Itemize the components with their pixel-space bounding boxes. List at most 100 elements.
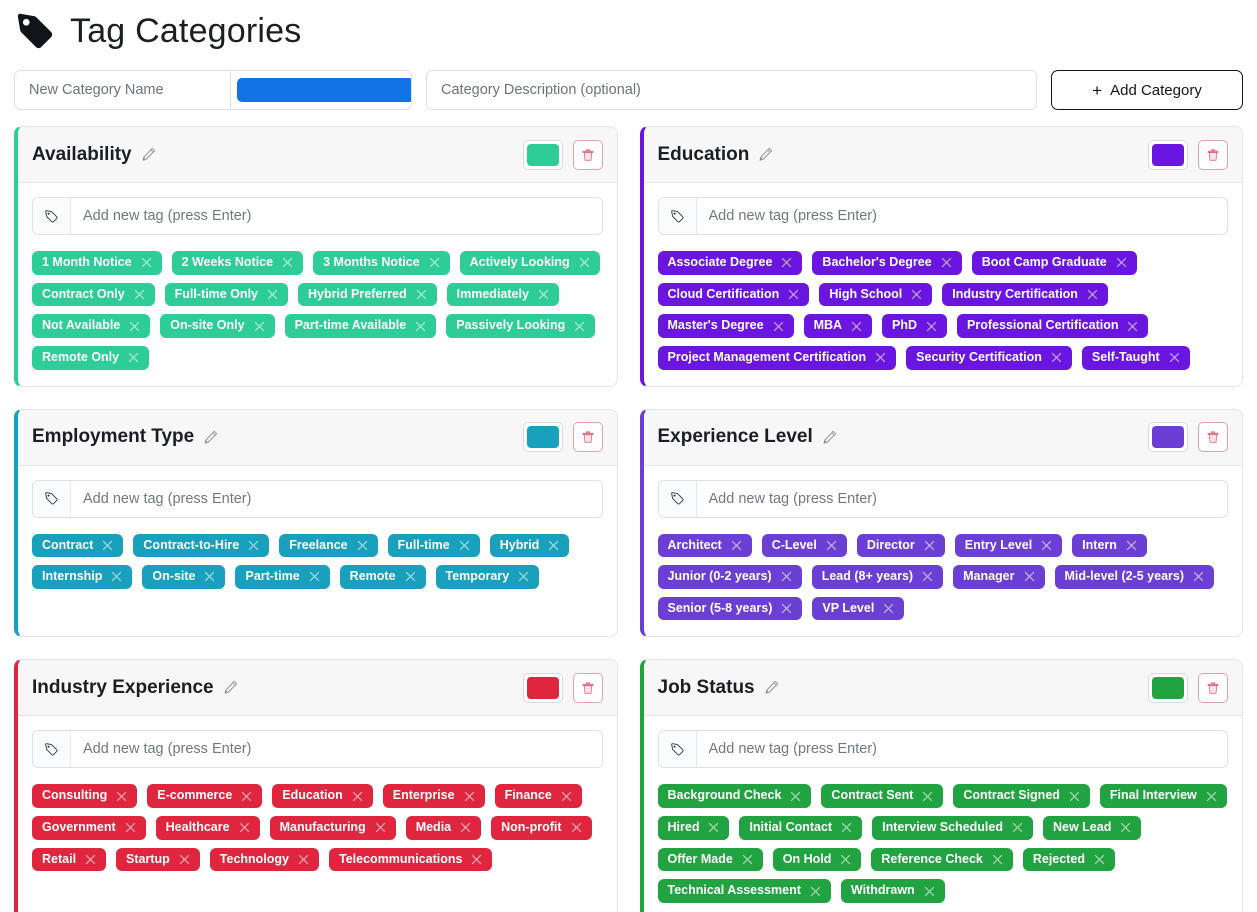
tag-chip[interactable]: Initial Contact (739, 816, 863, 840)
tag-chip[interactable]: Passively Looking (446, 314, 596, 338)
tag-chip[interactable]: Rejected (1022, 847, 1115, 872)
remove-tag-icon[interactable] (247, 539, 260, 552)
remove-tag-icon[interactable] (882, 602, 895, 615)
remove-tag-icon[interactable] (910, 288, 923, 301)
remove-tag-icon[interactable] (517, 570, 530, 583)
remove-tag-icon[interactable] (459, 821, 472, 834)
delete-category-button[interactable] (1198, 672, 1228, 703)
remove-tag-icon[interactable] (1119, 821, 1132, 834)
tag-chip[interactable]: Government (32, 816, 146, 840)
remove-tag-icon[interactable] (178, 853, 191, 866)
tag-chip[interactable]: Contract Sent (821, 784, 944, 808)
tag-chip[interactable]: Actively Looking (459, 251, 600, 275)
tag-chip[interactable]: Architect (657, 533, 752, 558)
remove-tag-icon[interactable] (578, 256, 591, 269)
add-tag-input[interactable] (71, 480, 602, 517)
remove-tag-icon[interactable] (84, 853, 97, 866)
add-category-button[interactable]: + Add Category (1051, 70, 1243, 110)
remove-tag-icon[interactable] (1050, 351, 1063, 364)
add-tag-input[interactable] (696, 731, 1227, 768)
tag-chip[interactable]: Industry Certification (942, 282, 1108, 307)
category-color-input[interactable] (522, 422, 563, 452)
category-color-input[interactable] (1148, 672, 1188, 703)
tag-chip[interactable]: Contract (32, 533, 124, 558)
tag-chip[interactable]: Part-time Available (284, 314, 437, 338)
edit-pencil-icon[interactable] (140, 146, 157, 163)
tag-chip[interactable]: Internship (32, 565, 133, 589)
tag-chip[interactable]: Part-time (235, 565, 330, 589)
tag-chip[interactable]: 3 Months Notice (313, 251, 450, 275)
tag-chip[interactable]: 1 Month Notice (32, 251, 162, 275)
remove-tag-icon[interactable] (780, 602, 793, 615)
remove-tag-icon[interactable] (101, 539, 114, 552)
remove-tag-icon[interactable] (789, 790, 802, 803)
tag-chip[interactable]: On Hold (772, 847, 862, 872)
edit-pencil-icon[interactable] (202, 429, 219, 446)
delete-category-button[interactable] (572, 139, 603, 170)
tag-chip[interactable]: Media (405, 816, 482, 840)
tag-chip[interactable]: Remote (339, 565, 426, 589)
tag-chip[interactable]: Manager (953, 565, 1045, 589)
remove-tag-icon[interactable] (458, 539, 471, 552)
tag-chip[interactable]: Hybrid Preferred (298, 282, 437, 307)
tag-chip[interactable]: Healthcare (155, 816, 260, 840)
remove-tag-icon[interactable] (356, 539, 369, 552)
tag-chip[interactable]: Education (272, 784, 373, 808)
tag-chip[interactable]: Bachelor's Degree (812, 251, 962, 275)
remove-tag-icon[interactable] (127, 351, 140, 364)
remove-tag-icon[interactable] (940, 256, 953, 269)
tag-chip[interactable]: Hybrid (489, 533, 570, 558)
tag-chip[interactable]: Consulting (32, 784, 138, 808)
tag-chip[interactable]: Mid-level (2-5 years) (1054, 565, 1214, 589)
tag-chip[interactable]: E-commerce (147, 784, 263, 808)
remove-tag-icon[interactable] (297, 853, 310, 866)
new-category-name-input[interactable] (15, 71, 230, 109)
remove-tag-icon[interactable] (133, 288, 146, 301)
remove-tag-icon[interactable] (1093, 853, 1106, 866)
remove-tag-icon[interactable] (1011, 821, 1024, 834)
delete-category-button[interactable] (1198, 139, 1228, 170)
tag-chip[interactable]: Contract-to-Hire (133, 533, 270, 558)
tag-chip[interactable]: Final Interview (1099, 784, 1227, 808)
tag-chip[interactable]: Hired (657, 816, 730, 840)
category-color-input[interactable] (1148, 139, 1188, 170)
tag-chip[interactable]: Telecommunications (329, 847, 493, 872)
remove-tag-icon[interactable] (787, 288, 800, 301)
add-tag-input[interactable] (71, 731, 602, 768)
edit-pencil-icon[interactable] (757, 146, 774, 163)
remove-tag-icon[interactable] (308, 570, 321, 583)
remove-tag-icon[interactable] (1125, 539, 1138, 552)
tag-chip[interactable]: Freelance (279, 533, 378, 558)
tag-chip[interactable]: 2 Weeks Notice (171, 251, 304, 275)
remove-tag-icon[interactable] (1115, 256, 1128, 269)
tag-chip[interactable]: Startup (116, 847, 200, 872)
add-tag-input[interactable] (696, 198, 1227, 234)
remove-tag-icon[interactable] (1205, 790, 1218, 803)
remove-tag-icon[interactable] (921, 790, 934, 803)
tag-chip[interactable]: Interview Scheduled (872, 816, 1033, 840)
tag-chip[interactable]: Entry Level (954, 533, 1063, 558)
new-category-description-input[interactable] (426, 70, 1037, 110)
remove-tag-icon[interactable] (110, 570, 123, 583)
category-color-input[interactable] (522, 672, 563, 703)
tag-chip[interactable]: MBA (803, 314, 873, 338)
category-color-input[interactable] (1148, 422, 1188, 452)
remove-tag-icon[interactable] (839, 853, 852, 866)
tag-chip[interactable]: Project Management Certification (657, 345, 897, 370)
tag-chip[interactable]: Enterprise (382, 784, 485, 808)
tag-chip[interactable]: Withdrawn (840, 879, 945, 903)
new-category-color-input[interactable] (237, 78, 411, 102)
tag-chip[interactable]: VP Level (812, 596, 905, 621)
remove-tag-icon[interactable] (1068, 790, 1081, 803)
tag-chip[interactable]: Technical Assessment (657, 879, 831, 903)
remove-tag-icon[interactable] (991, 853, 1004, 866)
remove-tag-icon[interactable] (923, 885, 936, 898)
tag-chip[interactable]: Remote Only (32, 345, 150, 370)
tag-chip[interactable]: Not Available (32, 314, 151, 338)
tag-chip[interactable]: C-Level (761, 533, 847, 558)
remove-tag-icon[interactable] (570, 821, 583, 834)
tag-chip[interactable]: Manufacturing (269, 816, 396, 840)
remove-tag-icon[interactable] (707, 821, 720, 834)
remove-tag-icon[interactable] (923, 539, 936, 552)
remove-tag-icon[interactable] (809, 885, 822, 898)
